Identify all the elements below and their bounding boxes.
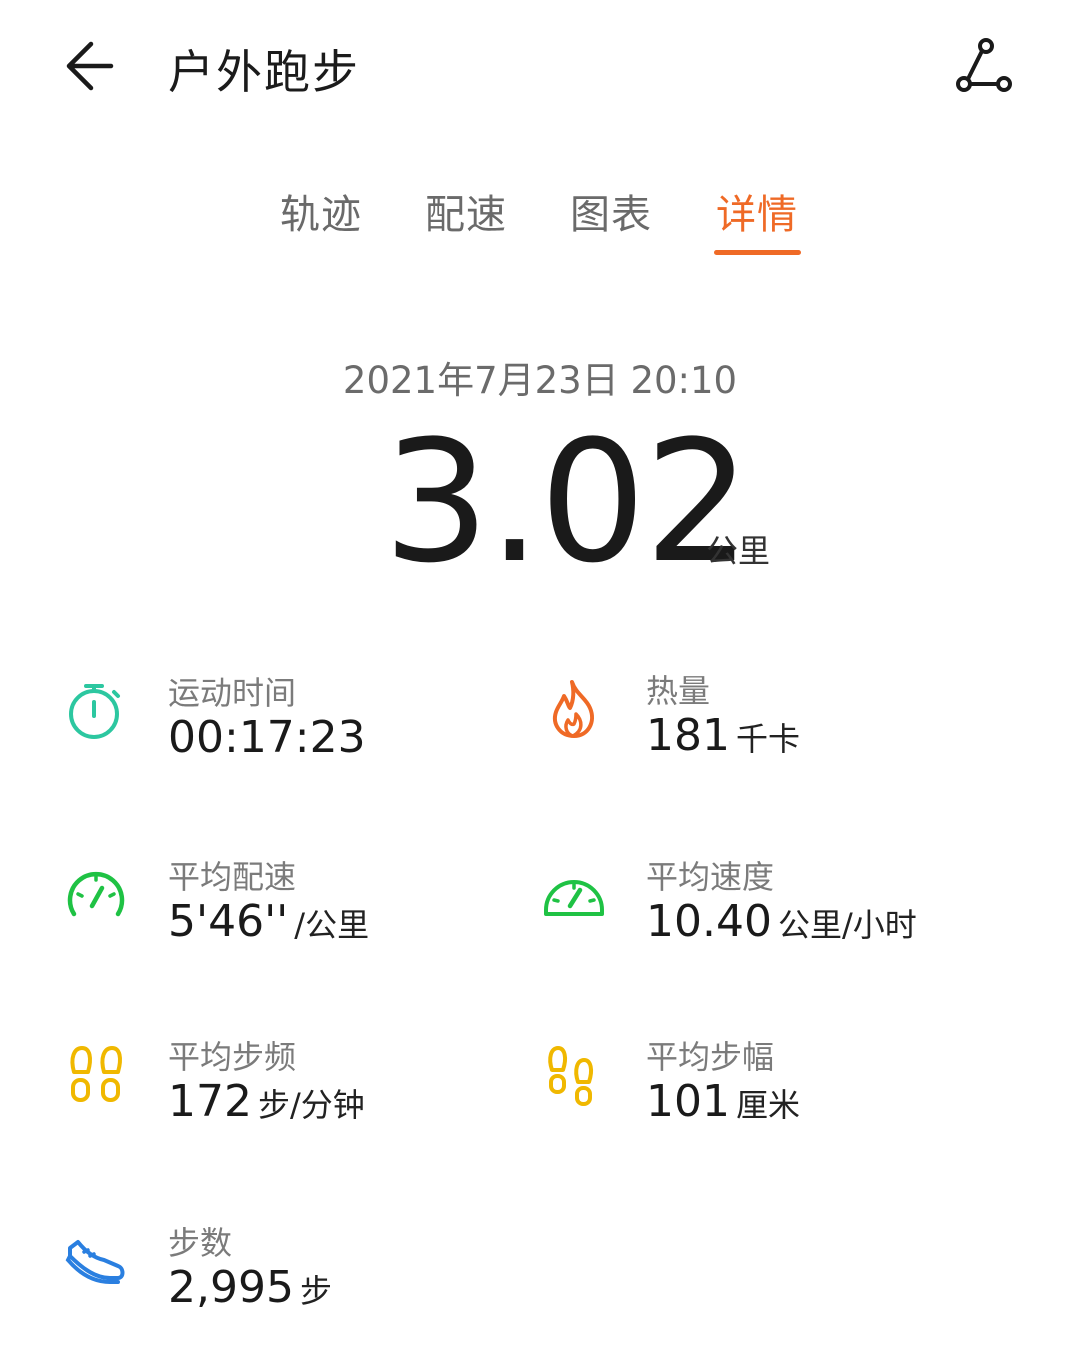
metric-label: 平均配速 [168, 858, 297, 896]
metric-value: 101 [646, 1076, 730, 1127]
metric-value: 00:17:23 [168, 712, 366, 763]
stopwatch-icon [69, 684, 120, 739]
distance-unit: 公里 [706, 532, 771, 570]
metric-label: 热量 [646, 672, 711, 710]
tab-details[interactable]: 详情 [716, 182, 798, 240]
tab-pace[interactable]: 配速 [425, 182, 507, 240]
page-title: 户外跑步 [168, 45, 360, 99]
shoe-icon [65, 1240, 125, 1284]
footprints-icon [70, 1046, 122, 1102]
footsteps-icon [548, 1046, 594, 1106]
metric-unit: 步/分钟 [257, 1086, 365, 1124]
metric-unit: 公里/小时 [777, 906, 917, 944]
tab-charts[interactable]: 图表 [570, 182, 652, 240]
metric-unit: /公里 [294, 906, 370, 944]
metric-value: 2,995 [168, 1262, 294, 1313]
share-route-button[interactable] [948, 34, 1020, 98]
metric-label: 平均步幅 [646, 1038, 775, 1076]
speedometer-icon [67, 871, 125, 917]
metric-value: 172 [168, 1076, 252, 1127]
metric-value: 10.40 [646, 896, 772, 947]
tab-track[interactable]: 轨迹 [280, 182, 362, 240]
metric-label: 运动时间 [168, 674, 297, 712]
metric-unit: 厘米 [735, 1086, 800, 1124]
tab-bar: 轨迹 配速 图表 详情 [0, 182, 1080, 262]
active-tab-indicator [714, 250, 801, 255]
metric-unit: 千卡 [735, 720, 800, 758]
arrow-left-icon [66, 41, 114, 91]
metric-label: 步数 [168, 1224, 233, 1262]
metric-label: 平均速度 [646, 858, 775, 896]
gauge-icon [544, 880, 604, 916]
metric-label: 平均步频 [168, 1038, 297, 1076]
metric-unit: 步 [299, 1272, 332, 1310]
workout-datetime: 2021年7月23日 20:10 [342, 359, 738, 402]
metric-value: 5'46'' [168, 896, 289, 947]
back-button[interactable] [55, 30, 135, 102]
distance-value: 3.02 [383, 404, 751, 600]
share-route-icon [956, 38, 1012, 92]
metric-value: 181 [646, 710, 730, 761]
flame-icon [553, 680, 594, 738]
